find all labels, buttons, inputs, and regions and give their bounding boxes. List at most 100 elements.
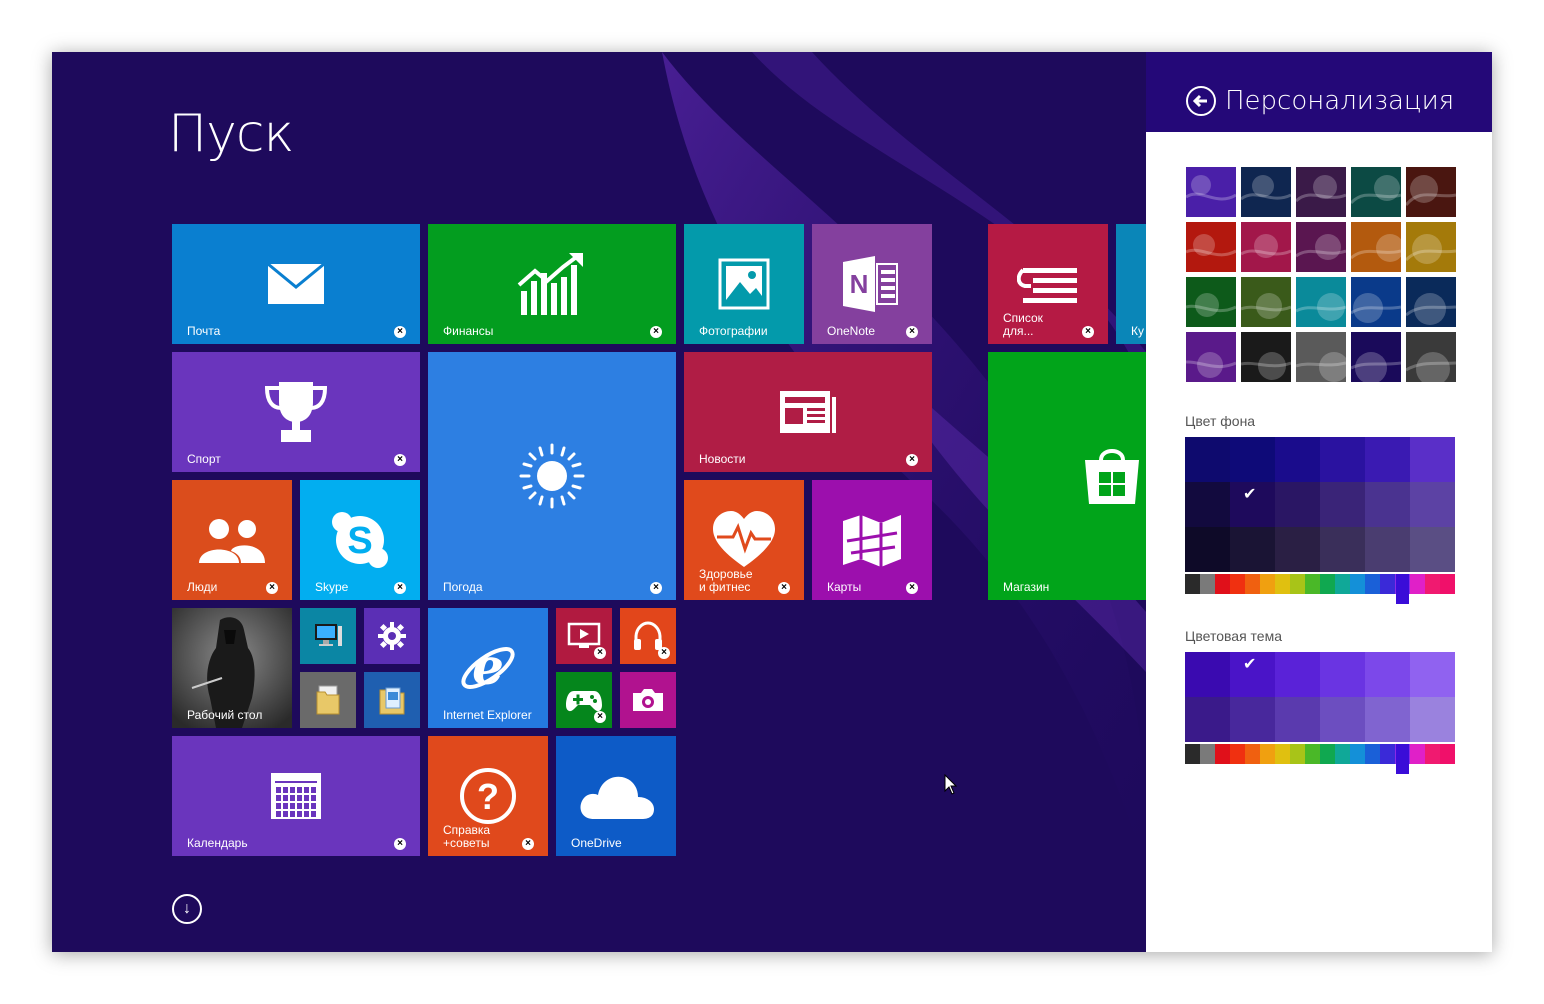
tile-photos[interactable]: Фотографии [684, 224, 804, 344]
tile-weather[interactable]: Погода × [428, 352, 676, 600]
hue-swatch[interactable] [1335, 574, 1350, 594]
color-swatch[interactable] [1365, 697, 1410, 742]
unpin-close-icon[interactable]: × [1082, 326, 1094, 338]
background-pattern-option[interactable] [1296, 332, 1346, 382]
tile-camera[interactable] [620, 672, 676, 728]
tile-onedrive[interactable]: OneDrive [556, 736, 676, 856]
background-pattern-option[interactable] [1241, 277, 1291, 327]
background-pattern-option[interactable] [1406, 222, 1456, 272]
tile-calendar[interactable]: Календарь × [172, 736, 420, 856]
hue-swatch[interactable] [1185, 744, 1200, 764]
background-pattern-option[interactable] [1406, 332, 1456, 382]
hue-swatch[interactable] [1275, 744, 1290, 764]
unpin-close-icon[interactable]: × [394, 326, 406, 338]
tile-settings[interactable] [364, 608, 420, 664]
color-swatch[interactable] [1275, 697, 1320, 742]
unpin-close-icon[interactable]: × [906, 582, 918, 594]
tile-explorer2[interactable] [364, 672, 420, 728]
color-swatch[interactable] [1410, 527, 1455, 572]
hue-swatch[interactable] [1425, 744, 1440, 764]
color-swatch[interactable] [1185, 652, 1230, 697]
hue-swatch[interactable] [1245, 744, 1260, 764]
color-swatch[interactable]: ✔ [1230, 652, 1275, 697]
hue-swatch[interactable] [1230, 744, 1245, 764]
hue-swatch[interactable] [1275, 574, 1290, 594]
color-swatch[interactable] [1275, 437, 1320, 482]
color-swatch[interactable] [1410, 697, 1455, 742]
background-pattern-option[interactable] [1351, 332, 1401, 382]
tile-mail[interactable]: Почта × [172, 224, 420, 344]
color-swatch[interactable] [1410, 652, 1455, 697]
hue-swatch[interactable] [1305, 574, 1320, 594]
tile-news[interactable]: Новости × [684, 352, 932, 472]
background-pattern-option[interactable] [1186, 277, 1236, 327]
hue-swatch[interactable] [1380, 574, 1395, 594]
unpin-close-icon[interactable]: × [906, 326, 918, 338]
hue-swatch[interactable] [1200, 744, 1215, 764]
hue-swatch[interactable] [1365, 744, 1380, 764]
tile-onenote[interactable]: N OneNote × [812, 224, 932, 344]
color-swatch[interactable] [1320, 482, 1365, 527]
hue-swatch[interactable] [1215, 574, 1230, 594]
background-pattern-option[interactable] [1186, 167, 1236, 217]
theme-hue-strip[interactable] [1185, 744, 1455, 774]
background-pattern-option[interactable] [1296, 222, 1346, 272]
tile-explorer1[interactable] [300, 672, 356, 728]
tile-cut[interactable]: Ку [1116, 224, 1146, 344]
hue-swatch[interactable] [1215, 744, 1230, 764]
tile-music[interactable]: × [620, 608, 676, 664]
back-arrow-icon[interactable] [1186, 86, 1216, 116]
hue-swatch[interactable] [1440, 744, 1455, 764]
background-pattern-option[interactable] [1241, 332, 1291, 382]
hue-swatch[interactable] [1350, 574, 1365, 594]
color-swatch[interactable] [1365, 527, 1410, 572]
hue-swatch[interactable] [1290, 744, 1305, 764]
hue-swatch[interactable] [1260, 574, 1275, 594]
background-pattern-option[interactable] [1351, 277, 1401, 327]
unpin-close-icon[interactable]: × [522, 838, 534, 850]
hue-swatch[interactable] [1365, 574, 1380, 594]
hue-swatch[interactable] [1245, 574, 1260, 594]
unpin-close-icon[interactable]: × [906, 454, 918, 466]
color-swatch[interactable] [1320, 652, 1365, 697]
background-pattern-option[interactable] [1186, 332, 1236, 382]
unpin-close-icon[interactable]: × [658, 647, 670, 659]
hue-swatch[interactable] [1320, 574, 1335, 594]
hue-swatch[interactable] [1290, 574, 1305, 594]
hue-slider-thumb[interactable] [1396, 744, 1409, 774]
background-pattern-option[interactable] [1406, 277, 1456, 327]
hue-swatch[interactable] [1185, 574, 1200, 594]
color-swatch[interactable] [1185, 527, 1230, 572]
hue-swatch[interactable] [1200, 574, 1215, 594]
unpin-close-icon[interactable]: × [394, 454, 406, 466]
color-swatch[interactable]: ✔ [1230, 482, 1275, 527]
background-pattern-option[interactable] [1241, 222, 1291, 272]
hue-swatch[interactable] [1230, 574, 1245, 594]
background-pattern-option[interactable] [1296, 277, 1346, 327]
hue-swatch[interactable] [1320, 744, 1335, 764]
hue-swatch[interactable] [1260, 744, 1275, 764]
color-swatch[interactable] [1320, 697, 1365, 742]
background-hue-strip[interactable] [1185, 574, 1455, 604]
color-swatch[interactable] [1275, 482, 1320, 527]
unpin-close-icon[interactable]: × [394, 838, 406, 850]
background-pattern-option[interactable] [1296, 167, 1346, 217]
tile-finance[interactable]: Финансы × [428, 224, 676, 344]
tile-games[interactable]: × [556, 672, 612, 728]
unpin-close-icon[interactable]: × [650, 582, 662, 594]
tile-reading[interactable]: Список для... × [988, 224, 1108, 344]
color-swatch[interactable] [1320, 437, 1365, 482]
color-swatch[interactable] [1275, 652, 1320, 697]
tile-desktop[interactable]: Рабочий стол [172, 608, 292, 728]
unpin-close-icon[interactable]: × [650, 326, 662, 338]
background-pattern-option[interactable] [1351, 222, 1401, 272]
tile-pc[interactable] [300, 608, 356, 664]
hue-swatch[interactable] [1380, 744, 1395, 764]
color-swatch[interactable] [1185, 482, 1230, 527]
tile-people[interactable]: Люди × [172, 480, 292, 600]
all-apps-arrow-icon[interactable]: ↓ [172, 894, 202, 924]
tile-help[interactable]: ? Справка +советы × [428, 736, 548, 856]
color-swatch[interactable] [1320, 527, 1365, 572]
tile-store[interactable]: Магазин [988, 352, 1146, 600]
unpin-close-icon[interactable]: × [394, 582, 406, 594]
